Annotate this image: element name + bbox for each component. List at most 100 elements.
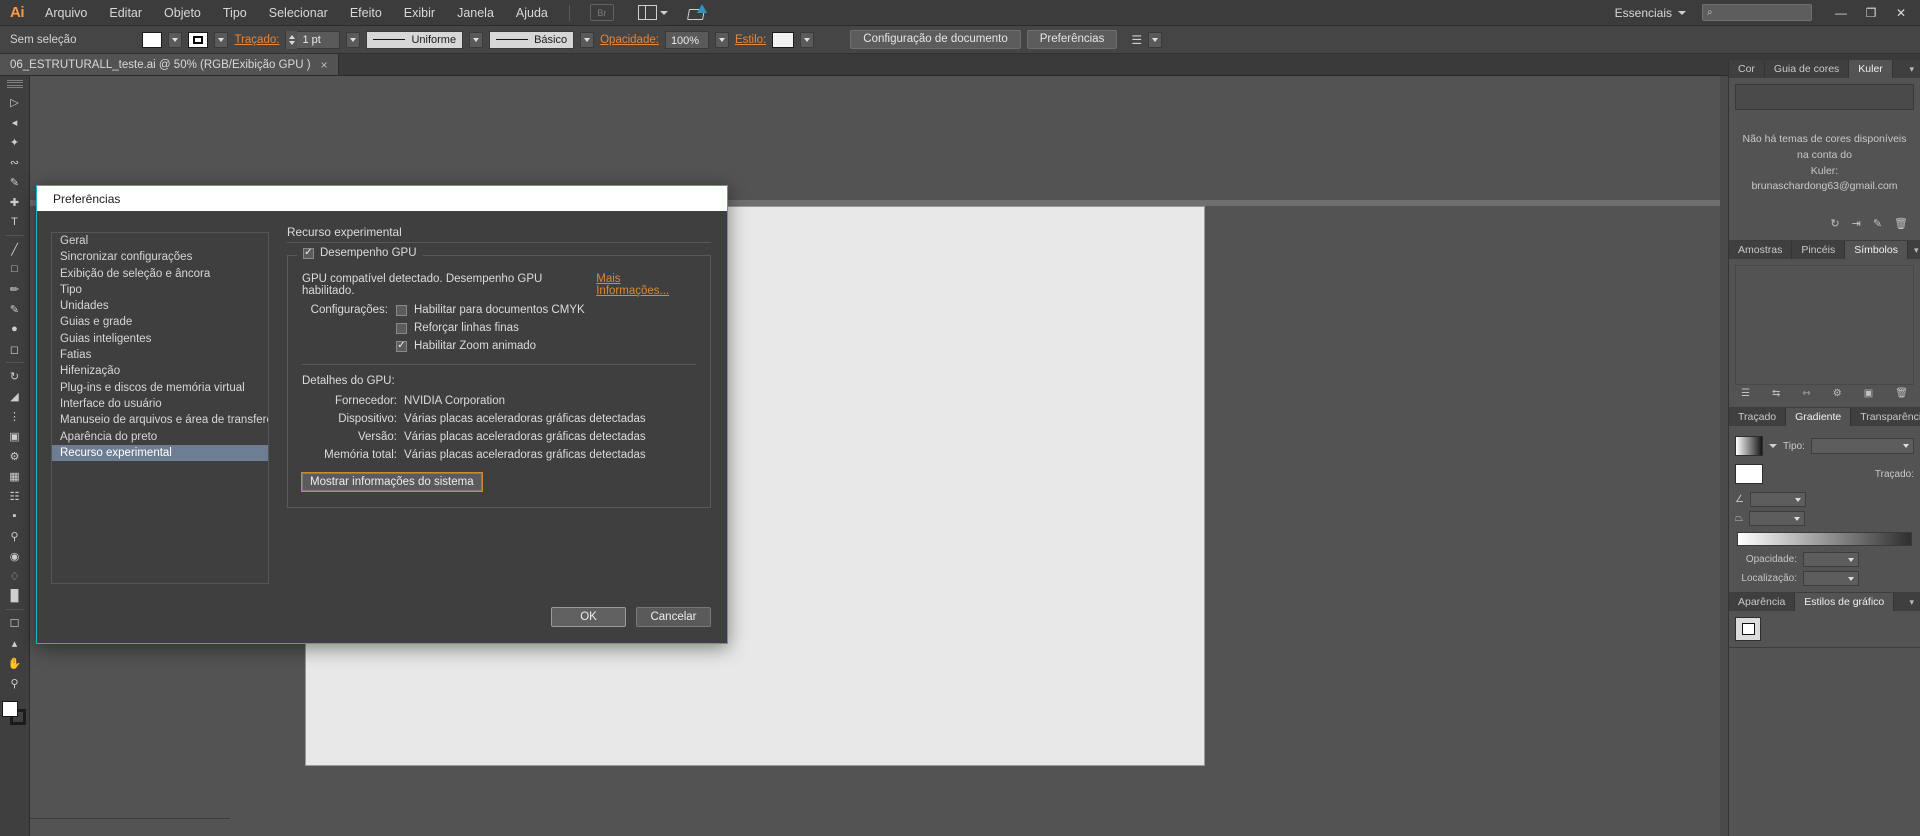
tab-tracado[interactable]: Traçado: [1729, 408, 1787, 426]
bridge-icon[interactable]: Br: [589, 4, 614, 21]
stroke-profile-select[interactable]: Uniforme: [366, 30, 464, 49]
options-icon[interactable]: ⚙: [1833, 388, 1842, 399]
shape-builder-tool-icon[interactable]: ⚙: [2, 446, 28, 466]
library-menu-icon[interactable]: ☰: [1741, 388, 1750, 399]
type-tool-icon[interactable]: T: [2, 212, 28, 232]
category-item-recurso-experimental[interactable]: Recurso experimental: [52, 444, 268, 462]
pencil-tool-icon[interactable]: ✎: [2, 299, 28, 319]
fill-color-swatch[interactable]: [142, 31, 163, 48]
category-item-exibicao-de-selecao-e-ancora[interactable]: Exibição de seleção e âncora: [52, 266, 268, 282]
menu-janela[interactable]: Janela: [446, 0, 505, 26]
ok-button[interactable]: OK: [551, 607, 626, 627]
stroke-label[interactable]: Traçado:: [234, 34, 279, 46]
lasso-tool-icon[interactable]: ∾: [2, 152, 28, 172]
symbols-grid[interactable]: [1735, 265, 1914, 385]
new-symbol-icon[interactable]: ▣: [1864, 388, 1873, 399]
maximize-button[interactable]: ❐: [1856, 0, 1886, 26]
magic-wand-tool-icon[interactable]: ✦: [2, 132, 28, 152]
gpu-performance-legend[interactable]: ✓ Desempenho GPU: [297, 247, 423, 259]
eraser-tool-icon[interactable]: ◻: [2, 339, 28, 359]
animated-zoom-checkbox[interactable]: ✓: [396, 340, 407, 352]
free-transform-tool-icon[interactable]: ▣: [2, 426, 28, 446]
menu-tipo[interactable]: Tipo: [212, 0, 258, 26]
category-item-guias-inteligentes[interactable]: Guias inteligentes: [52, 331, 268, 347]
category-item-aparencia-do-preto[interactable]: Aparência do preto: [52, 429, 268, 445]
tab-kuler[interactable]: Kuler: [1849, 60, 1893, 78]
stroke-profile-dropdown-icon[interactable]: [469, 31, 484, 48]
category-item-interface-do-usuario[interactable]: Interface do usuário: [52, 396, 268, 412]
style-dropdown-icon[interactable]: [800, 31, 815, 48]
stepper-arrows-icon[interactable]: [286, 30, 298, 49]
align-dropdown-icon[interactable]: [1148, 31, 1163, 48]
show-system-info-button[interactable]: Mostrar informações do sistema: [301, 472, 483, 492]
stroke-weight-value[interactable]: 1 pt: [297, 31, 339, 49]
stroke-color-swatch[interactable]: [188, 31, 209, 48]
gradient-type-select[interactable]: [1810, 438, 1914, 454]
fill-indicator[interactable]: [1, 701, 18, 717]
opacity-value[interactable]: 100%: [664, 30, 709, 49]
category-item-unidades[interactable]: Unidades: [52, 298, 268, 314]
category-item-geral[interactable]: Geral: [52, 233, 268, 249]
delete-icon[interactable]: 🗑: [1894, 217, 1908, 230]
add-theme-icon[interactable]: ⇥: [1852, 217, 1861, 230]
perspective-grid-tool-icon[interactable]: ▦: [2, 466, 28, 486]
panel-grip-icon[interactable]: [6, 80, 23, 88]
gradient-thumbnail[interactable]: [1735, 436, 1763, 456]
category-item-sincronizar-configuracoes[interactable]: Sincronizar configurações: [52, 249, 268, 265]
fill-dropdown-icon[interactable]: [168, 31, 183, 48]
zoom-tool-icon[interactable]: ⚲: [2, 673, 28, 693]
symbol-sprayer-tool-icon[interactable]: ♢: [2, 566, 28, 586]
width-tool-icon[interactable]: ⋮: [2, 406, 28, 426]
brush-dropdown-icon[interactable]: [580, 31, 595, 48]
minimize-button[interactable]: —: [1826, 0, 1856, 26]
gradient-aspect-field[interactable]: [1749, 511, 1805, 526]
preferences-button[interactable]: Preferências: [1026, 30, 1118, 49]
gradient-fill-swatch[interactable]: [1735, 464, 1763, 484]
category-item-fatias[interactable]: Fatias: [52, 347, 268, 363]
gradient-tool-icon[interactable]: ▪: [2, 506, 28, 526]
add-anchor-tool-icon[interactable]: ✚: [2, 192, 28, 212]
tab-pinceis[interactable]: Pincéis: [1792, 241, 1846, 259]
menu-arquivo[interactable]: Arquivo: [34, 0, 98, 26]
stroke-dropdown-icon[interactable]: [214, 31, 229, 48]
eyedropper-tool-icon[interactable]: ⚲: [2, 526, 28, 546]
style-label[interactable]: Estilo:: [735, 34, 766, 46]
menu-ajuda[interactable]: Ajuda: [505, 0, 559, 26]
tab-gradiente[interactable]: Gradiente: [1786, 408, 1852, 426]
scale-tool-icon[interactable]: ◢: [2, 386, 28, 406]
menu-efeito[interactable]: Efeito: [339, 0, 393, 26]
link-icon[interactable]: ⇆: [1772, 388, 1780, 399]
arrange-documents-icon[interactable]: [637, 5, 668, 20]
menu-exibir[interactable]: Exibir: [393, 0, 446, 26]
workspace-switcher[interactable]: Essenciais: [1609, 6, 1692, 20]
rectangle-tool-icon[interactable]: □: [2, 259, 28, 279]
line-tool-icon[interactable]: ╱: [2, 239, 28, 259]
graphic-style-item[interactable]: [1735, 617, 1761, 641]
refresh-icon[interactable]: ↻: [1830, 217, 1839, 230]
category-item-tipo[interactable]: Tipo: [52, 282, 268, 298]
tab-amostras[interactable]: Amostras: [1729, 241, 1793, 259]
paintbrush-tool-icon[interactable]: ✏: [2, 279, 28, 299]
canvas-vertical-scrollbar[interactable]: [1720, 76, 1728, 836]
gradient-slider[interactable]: [1737, 532, 1912, 546]
panel-menu-icon[interactable]: ▾: [1908, 245, 1920, 256]
stroke-weight-dropdown-icon[interactable]: [346, 31, 361, 48]
brush-select[interactable]: Básico: [489, 30, 575, 49]
document-tab[interactable]: 06_ESTRUTURALL_teste.ai @ 50% (RGB/Exibi…: [0, 54, 339, 75]
delete-symbol-icon[interactable]: 🗑: [1895, 388, 1908, 399]
thin-lines-checkbox[interactable]: ✓: [396, 322, 407, 334]
slice-tool-icon[interactable]: ▴: [2, 633, 28, 653]
menu-editar[interactable]: Editar: [98, 0, 153, 26]
opacity-dropdown-icon[interactable]: [714, 31, 729, 48]
rotate-tool-icon[interactable]: ↻: [2, 366, 28, 386]
break-link-icon[interactable]: ⇿: [1802, 388, 1810, 399]
gradient-location-field[interactable]: [1803, 571, 1859, 586]
cmyk-option[interactable]: ✓ Habilitar para documentos CMYK: [396, 304, 585, 316]
category-item-plug-ins-e-discos-de-memoria-virtual[interactable]: Plug-ins e discos de memória virtual: [52, 380, 268, 396]
tab-aparencia[interactable]: Aparência: [1729, 593, 1796, 611]
gradient-opacity-field[interactable]: [1803, 552, 1859, 567]
document-setup-button[interactable]: Configuração de documento: [850, 30, 1021, 49]
gpu-performance-checkbox[interactable]: ✓: [303, 247, 314, 259]
panel-menu-icon[interactable]: ▾: [1903, 64, 1920, 75]
category-item-hifenizacao[interactable]: Hifenização: [52, 363, 268, 379]
